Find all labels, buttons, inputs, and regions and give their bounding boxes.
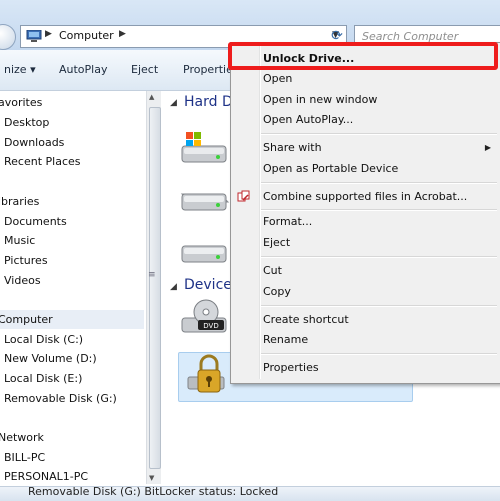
menu-item-open-autoplay[interactable]: Open AutoPlay... <box>263 113 353 126</box>
eject-button[interactable]: Eject <box>131 63 158 76</box>
menu-item-combine-acrobat[interactable]: Combine supported files in Acrobat... <box>263 190 467 203</box>
nav-item-local-disk-e[interactable]: Local Disk (E:) <box>4 372 82 385</box>
scroll-down-icon[interactable]: ▼ <box>149 474 154 482</box>
breadcrumb-arrow-icon[interactable]: ▶ <box>45 29 52 39</box>
collapse-icon[interactable]: ◢ <box>170 98 177 108</box>
nav-item-recent-places[interactable]: Recent Places <box>4 155 81 168</box>
nav-item-desktop[interactable]: Desktop <box>4 116 49 129</box>
scroll-grip-icon: ≡ <box>148 270 156 280</box>
chevron-down-icon: ▾ <box>30 63 36 76</box>
properties-button[interactable]: Propertie <box>183 63 233 76</box>
menu-separator <box>261 256 497 258</box>
nav-item-downloads[interactable]: Downloads <box>4 136 64 149</box>
menu-separator <box>261 133 497 135</box>
menu-item-open-portable-device[interactable]: Open as Portable Device <box>263 162 398 175</box>
back-button[interactable] <box>0 24 16 50</box>
submenu-arrow-icon: ▶ <box>484 143 491 152</box>
scroll-up-icon[interactable]: ▲ <box>149 93 154 101</box>
organize-button[interactable]: nize ▾ <box>4 63 36 76</box>
hard-drive-icon[interactable] <box>180 232 230 272</box>
nav-item-bill-pc[interactable]: BILL-PC <box>4 451 45 464</box>
menu-item-open[interactable]: Open <box>263 72 292 85</box>
nav-item-pictures[interactable]: Pictures <box>4 254 48 267</box>
menu-item-format[interactable]: Format... <box>263 215 312 228</box>
nav-item-personal1-pc[interactable]: PERSONAL1-PC <box>4 470 88 483</box>
nav-item-music[interactable]: Music <box>4 234 35 247</box>
menu-item-create-shortcut[interactable]: Create shortcut <box>263 313 349 326</box>
collapse-icon[interactable]: ◢ <box>170 282 177 292</box>
nav-item-removable-disk-g[interactable]: Removable Disk (G:) <box>4 392 117 405</box>
context-menu: Unlock Drive... Open Open in new window … <box>230 42 500 384</box>
menu-item-properties[interactable]: Properties <box>263 361 319 374</box>
highlight-box <box>228 42 498 70</box>
menu-gutter <box>259 45 261 379</box>
hard-drive-icon[interactable] <box>180 180 230 220</box>
navigation-pane: avorites Desktop Downloads Recent Places… <box>0 91 160 491</box>
status-text: Removable Disk (G:) BitLocker status: Lo… <box>28 485 279 498</box>
menu-separator <box>261 209 497 211</box>
nav-network-header[interactable]: Network <box>0 431 44 444</box>
windows-drive-icon[interactable] <box>180 128 230 168</box>
nav-favorites-header[interactable]: avorites <box>0 96 42 109</box>
svg-text:DVD: DVD <box>203 322 218 330</box>
scroll-thumb[interactable] <box>149 107 161 469</box>
menu-item-copy[interactable]: Copy <box>263 285 291 298</box>
nav-computer-label: Computer <box>0 313 53 326</box>
nav-item-videos[interactable]: Videos <box>4 274 41 287</box>
menu-item-rename[interactable]: Rename <box>263 333 308 346</box>
nav-item-documents[interactable]: Documents <box>4 215 67 228</box>
autoplay-button[interactable]: AutoPlay <box>59 63 107 76</box>
breadcrumb-computer[interactable]: Computer <box>59 29 114 42</box>
menu-item-open-new-window[interactable]: Open in new window <box>263 93 377 106</box>
breadcrumb-arrow-icon[interactable]: ▶ <box>119 29 126 39</box>
menu-separator <box>261 353 497 355</box>
status-bar: Removable Disk (G:) BitLocker status: Lo… <box>0 485 500 501</box>
nav-item-new-volume-d[interactable]: New Volume (D:) <box>4 352 97 365</box>
nav-scrollbar[interactable]: ▲ ▼ <box>146 91 161 484</box>
menu-item-share-with[interactable]: Share with <box>263 141 322 154</box>
nav-item-local-disk-c[interactable]: Local Disk (C:) <box>4 333 83 346</box>
menu-item-cut[interactable]: Cut <box>263 264 282 277</box>
menu-separator <box>261 305 497 307</box>
lock-icon[interactable] <box>186 353 230 399</box>
menu-separator <box>261 182 497 184</box>
nav-computer-header[interactable]: Computer <box>0 310 144 329</box>
menu-item-eject[interactable]: Eject <box>263 236 290 249</box>
hard-disk-group-header[interactable]: Hard D <box>184 94 233 110</box>
dvd-drive-icon[interactable]: DVD <box>180 298 230 338</box>
nav-libraries-header[interactable]: ibraries <box>0 195 39 208</box>
computer-icon <box>26 30 42 42</box>
acrobat-icon <box>237 190 250 202</box>
